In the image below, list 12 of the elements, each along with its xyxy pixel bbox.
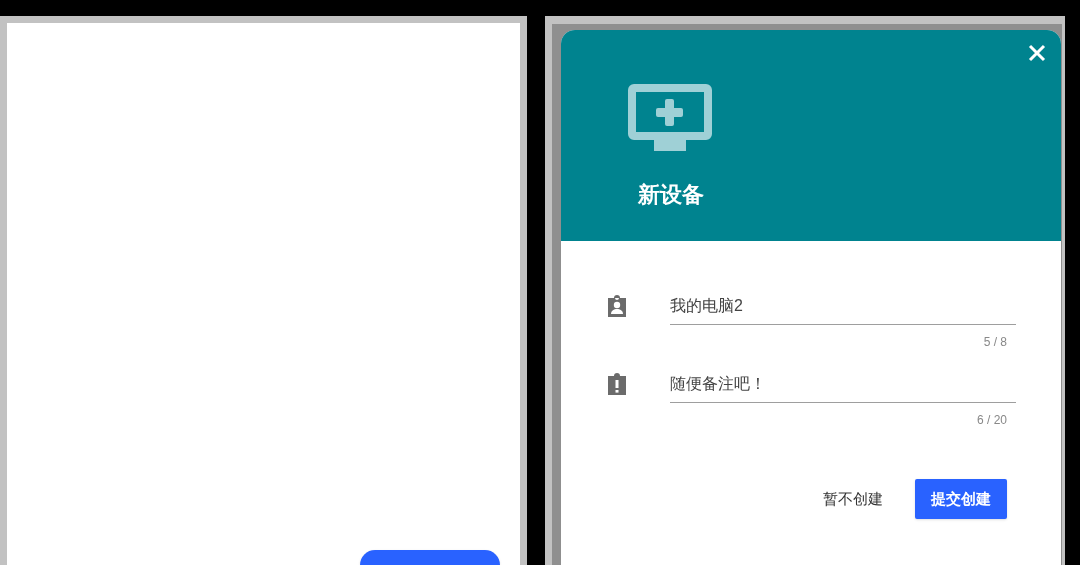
- floating-button[interactable]: [360, 550, 500, 565]
- character-counter: 6 / 20: [976, 412, 1007, 429]
- text-field[interactable]: 随便备注吧！: [670, 371, 1016, 403]
- clipboard-alert-icon: [606, 372, 628, 396]
- text-field[interactable]: 我的电脑2: [670, 293, 1016, 325]
- monitor-plus-icon: [628, 84, 712, 152]
- submit-button[interactable]: 提交创建: [915, 479, 1007, 519]
- close-icon[interactable]: [1028, 44, 1046, 62]
- dialog-title: 新设备: [638, 184, 705, 206]
- character-counter: 5 / 8: [983, 334, 1007, 351]
- badge-person-icon: [606, 294, 628, 318]
- cancel-button[interactable]: 暂不创建: [811, 479, 895, 519]
